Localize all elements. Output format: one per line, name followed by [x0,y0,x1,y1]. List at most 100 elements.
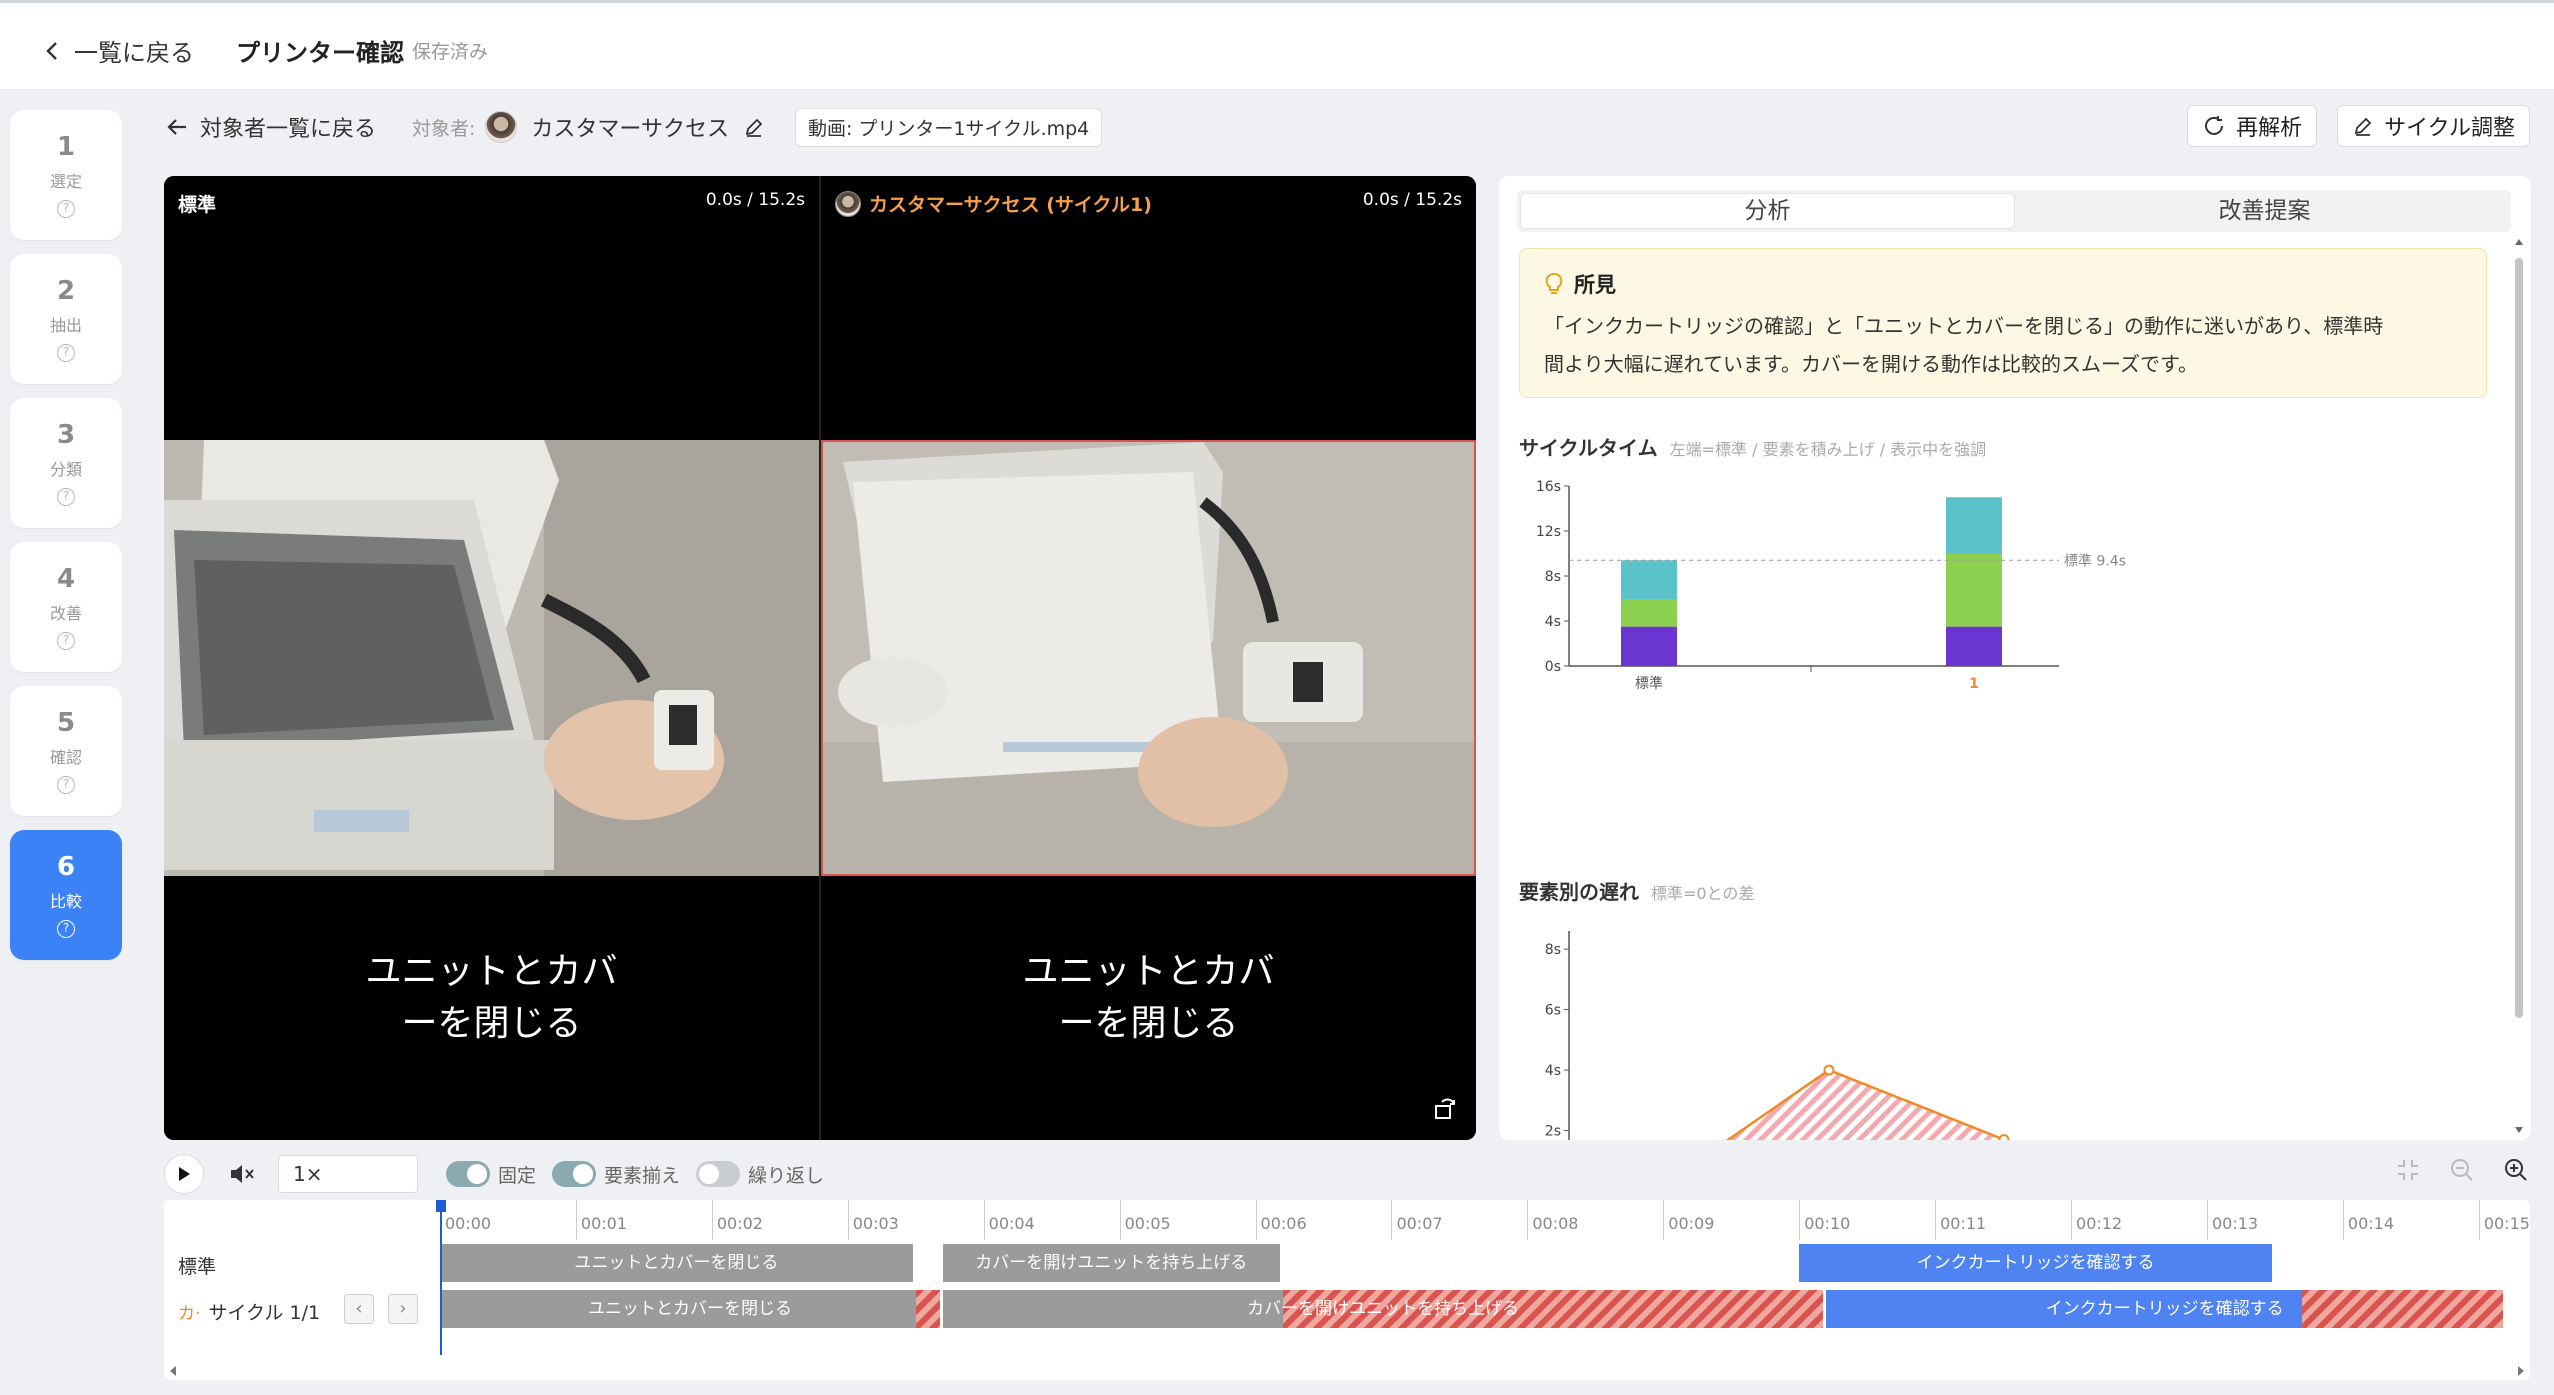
timeline-scrollbar[interactable] [164,1362,2530,1380]
scroll-down-icon[interactable] [2513,1124,2525,1136]
delay-title: 要素別の遅れ [1519,880,1639,904]
arrow-left-icon [167,119,186,135]
step-label: 選定 [49,172,82,191]
time-tick: 00:08 [1527,1200,1578,1240]
step-label: 確認 [49,748,82,767]
standard-video-pane[interactable]: 標準 0.0s / 15.2s ユニットとカバ ーを閉じる [164,176,819,1140]
fixed-toggle[interactable]: 固定 [446,1161,536,1188]
panel-scrollbar[interactable] [2513,236,2525,1136]
zoom-in-icon[interactable] [2502,1156,2530,1184]
repeat-toggle[interactable]: 繰り返し [696,1161,824,1188]
help-icon[interactable]: ? [57,920,75,938]
help-icon[interactable]: ? [57,344,75,362]
time-tick: 00:06 [1255,1200,1307,1240]
timeline-segment[interactable]: インクカートリッジを確認する [1799,1244,2272,1282]
next-cycle-button[interactable]: › [388,1294,418,1324]
finding-title: 所見 [1574,273,1616,297]
align-toggle[interactable]: 要素揃え [552,1161,680,1188]
step-nav: 1 選定 ? 2 抽出 ? 3 分類 ? 4 改善 ? 5 確認 ? 6 比較 … [10,110,124,974]
step-number: 3 [56,420,76,450]
y-tick-label: 8s [1545,569,1561,585]
y-tick-label: 12s [1536,524,1561,540]
align-toggle-label: 要素揃え [604,1164,681,1187]
back-to-list-link[interactable]: 一覧に戻る [44,33,194,68]
time-ruler[interactable]: 00:00 00:01 00:02 00:03 00:04 00:05 00:06 00:07… [440,1200,2530,1240]
tab-analysis[interactable]: 分析 [1520,193,2015,229]
bar-segment [1946,626,2002,666]
step-2[interactable]: 2 抽出 ? [10,254,122,384]
standard-video-frame [164,440,819,876]
bar-segment [1946,497,2002,554]
bar-segment [1621,560,1677,600]
target-video-title-text: カスタマーサクセス (サイクル1) [869,194,1152,216]
prev-cycle-button[interactable]: ‹ [344,1294,374,1324]
time-tick: 00:05 [1119,1200,1171,1240]
step-3[interactable]: 3 分類 ? [10,398,122,528]
scroll-up-icon[interactable] [2513,236,2525,248]
delay-heading: 要素別の遅れ 標準=0との差 [1519,876,1754,905]
playback-controls: 1× 固定 要素揃え 繰り返し [164,1150,2530,1198]
finding-header: 所見 [1544,269,2462,299]
step-4[interactable]: 4 改善 ? [10,542,122,672]
help-icon[interactable]: ? [57,776,75,794]
timeline[interactable]: 00:00 00:01 00:02 00:03 00:04 00:05 00:06 00:07… [164,1200,2530,1380]
step-5[interactable]: 5 確認 ? [10,686,122,816]
timeline-segment-label: ユニットとカバーを閉じる [587,1299,792,1319]
back-to-list-label: 一覧に戻る [74,39,194,67]
target-video-pane[interactable]: カスタマーサクセス (サイクル1) 0.0s / 15.2s ユニットとカバ ー… [821,176,1476,1140]
step-number: 1 [56,132,76,162]
cycle-adjust-label: サイクル調整 [2384,116,2515,141]
standard-reference-label: 標準 9.4s [2064,553,2126,569]
back-to-targets-link[interactable]: 対象者一覧に戻る [166,111,376,143]
rotate-icon[interactable] [1432,1096,1458,1122]
target-video-title: カスタマーサクセス (サイクル1) [835,190,1152,217]
toggle-switch-on[interactable] [552,1161,597,1187]
chevron-left-icon [46,41,57,60]
sub-header: 対象者一覧に戻る 対象者: カスタマーサクセス 動画: プリンター1サイクル.m… [166,105,1103,149]
standard-video-caption: ユニットとカバ ーを閉じる [164,946,819,1050]
cycle-adjust-button[interactable]: サイクル調整 [2337,105,2530,147]
top-bar: 一覧に戻る プリンター確認 保存済み [0,0,2554,90]
tab-improvement[interactable]: 改善提案 [2018,190,2511,232]
toggle-switch-on[interactable] [446,1161,490,1187]
target-video-frame [821,440,1476,876]
time-tick: 00:00 [440,1200,491,1240]
collapse-icon[interactable] [2394,1156,2422,1184]
scroll-thumb[interactable] [2515,258,2523,1018]
time-tick: 00:04 [983,1200,1035,1240]
speed-select[interactable]: 1× [278,1155,418,1193]
edit-icon[interactable] [743,116,765,138]
help-icon[interactable]: ? [57,632,75,650]
reanalyze-label: 再解析 [2236,116,2303,141]
y-tick-label: 8s [1545,942,1561,958]
cycle-time-chart: 0s 4s 8s 12s 16s 標準 1 標準 9.4s [1536,479,2126,692]
playhead[interactable] [436,1200,446,1355]
finding-text: 「インクカートリッジの確認」と「ユニットとカバーを閉じる」の動作に迷いがあり、標… [1544,307,2462,383]
step-1[interactable]: 1 選定 ? [10,110,122,240]
mute-icon[interactable] [226,1159,256,1189]
toggle-switch-off[interactable] [696,1161,741,1187]
bar-segment [1946,553,2002,627]
reanalyze-button[interactable]: 再解析 [2187,105,2318,147]
y-tick-label: 4s [1545,1063,1561,1079]
target-name: カスタマーサクセス [531,117,729,142]
video-compare[interactable]: 標準 0.0s / 15.2s ユニットとカバ ーを閉じる カスタマーサクセス … [164,176,1476,1140]
play-button[interactable] [164,1154,204,1194]
zoom-out-icon[interactable] [2448,1156,2476,1184]
row-label-cycle: カ· サイクル 1/1 [178,1298,320,1325]
row-label-standard: 標準 [178,1256,217,1278]
cycle-row-prefix: カ· [178,1304,201,1324]
step-number: 4 [56,564,76,594]
cycle-time-title: サイクルタイム [1519,436,1658,460]
timeline-segment[interactable]: ユニットとカバーを閉じる [440,1244,913,1282]
timeline-segment[interactable]: カバーを開けユニットを持ち上げる [942,1244,1280,1282]
step-6[interactable]: 6 比較 ? [10,830,122,960]
time-tick: 00:07 [1391,1200,1443,1240]
y-tick-label: 2s [1545,1124,1561,1140]
help-icon[interactable]: ? [57,488,75,506]
delay-point [1823,1064,1835,1076]
help-icon[interactable]: ? [57,200,75,218]
caption-line: ユニットとカバ [365,951,618,992]
time-tick: 00:02 [711,1200,763,1240]
standard-video-title: 標準 [178,194,217,216]
